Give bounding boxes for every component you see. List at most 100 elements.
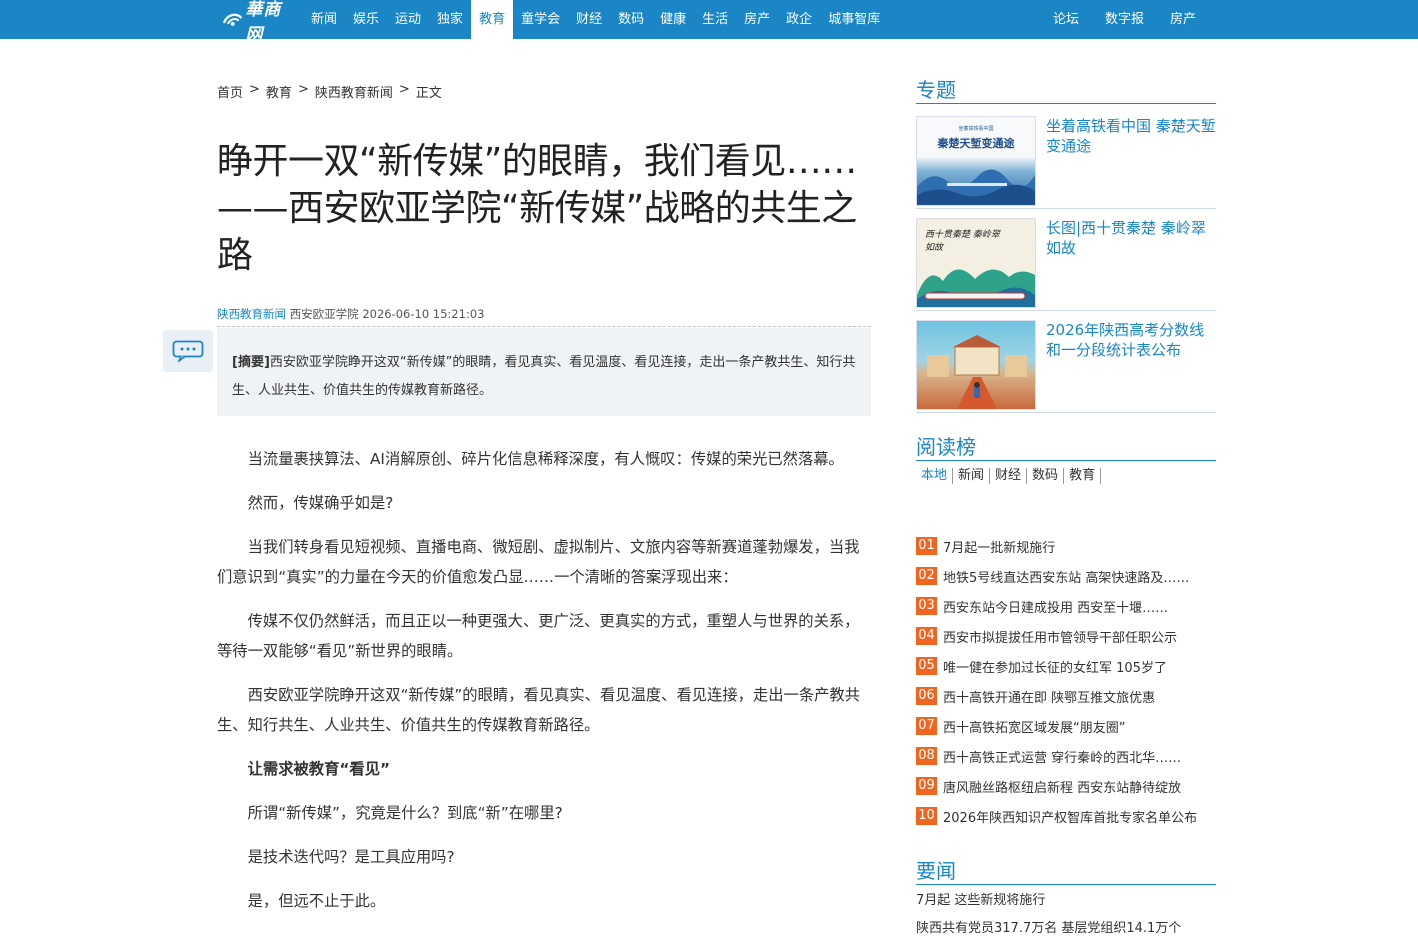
rank-number-badge: 04 xyxy=(916,627,937,645)
ranking-rule xyxy=(916,460,1216,461)
ranking-item-title[interactable]: 西安市拟提拔任用市管领导干部任职公示 xyxy=(943,627,1177,646)
ranking-item[interactable]: 01 7月起一批新规施行 xyxy=(916,531,1216,561)
breadcrumb-separator: > xyxy=(398,82,410,97)
meta-divider xyxy=(217,326,871,327)
ranking-header: 阅读榜 xyxy=(916,434,1216,461)
topic-divider xyxy=(916,208,1216,209)
article-paragraph: 所谓“新传媒”，究竟是什么？到底“新”在哪里? xyxy=(247,804,563,822)
ranking-item-title[interactable]: 2026年陕西知识产权智库首批专家名单公布 xyxy=(943,807,1197,826)
nav-right-item[interactable]: 论坛 xyxy=(1035,0,1087,39)
comment-button[interactable] xyxy=(163,330,213,372)
nav-item[interactable]: 童学会 xyxy=(513,0,568,39)
breadcrumb-separator: > xyxy=(249,82,260,97)
ranking-tabs: 本地 新闻 财经 数码 教育 xyxy=(916,468,1102,484)
ranking-tab[interactable]: 数码 xyxy=(1027,468,1065,484)
ranking-item-title[interactable]: 西安东站今日建成投用 西安至十堰…… xyxy=(943,597,1168,616)
breadcrumb-link[interactable]: 陕西教育新闻 xyxy=(315,82,393,101)
news-item[interactable]: 陕西共有党员317.7万名 基层党组织14.1万个 xyxy=(916,915,1216,943)
topic-title[interactable]: 坐着高铁看中国 秦楚天堑变通途 xyxy=(1046,116,1218,156)
rank-number-badge: 06 xyxy=(916,687,937,705)
ranking-item-title[interactable]: 唐风融丝路枢纽启新程 西安东站静待绽放 xyxy=(943,777,1181,796)
nav-item[interactable]: 教育 xyxy=(471,0,514,39)
nav-item[interactable]: 健康 xyxy=(652,0,694,39)
breadcrumb: 首页 > 教育 > 陕西教育新闻 > 正文 xyxy=(217,82,442,101)
article-paragraph: 是技术迭代吗？是工具应用吗? xyxy=(247,848,455,866)
topic-image[interactable]: 坐着高铁看中国 秦楚天堑变通途 xyxy=(916,116,1036,206)
breadcrumb-link[interactable]: 首页 xyxy=(217,82,243,101)
ranking-tab[interactable]: 新闻 xyxy=(953,468,991,484)
summary-text: 西安欧亚学院睁开这双“新传媒”的眼睛，看见真实、看见温度、看见连接，走出一条产教… xyxy=(232,355,856,398)
nav-item[interactable]: 财经 xyxy=(568,0,610,39)
site-logo[interactable]: 華商网 xyxy=(222,0,298,45)
news-rule xyxy=(916,884,1216,885)
rank-number-badge: 03 xyxy=(916,597,937,615)
ranking-item[interactable]: 04 西安市拟提拔任用市管领导干部任职公示 xyxy=(916,621,1216,651)
news-title: 要闻 xyxy=(916,859,956,883)
article-source-link[interactable]: 陕西教育新闻 xyxy=(217,307,286,321)
ranking-tab[interactable]: 教育 xyxy=(1064,468,1102,484)
topic-item[interactable]: 坐着高铁看中国 秦楚天堑变通途 坐着高铁看中国 秦楚天堑变通途 xyxy=(916,116,1216,218)
ranking-item[interactable]: 05 唯一健在参加过长征的女红军 105岁了 xyxy=(916,651,1216,681)
rank-number-badge: 08 xyxy=(916,747,937,765)
mountain-train-graphic xyxy=(917,269,1035,307)
topic-item[interactable]: 西十贯秦楚 秦岭翠如故 长图|西十贯秦楚 秦岭翠如故 xyxy=(916,218,1216,320)
article-paragraph: 西安欧亚学院睁开这双“新传媒”的眼睛，看见真实、看见温度、看见连接，走出一条产教… xyxy=(217,686,861,734)
ranking-item[interactable]: 07 西十高铁拓宽区域发展“朋友圈” xyxy=(916,711,1216,741)
rank-number-badge: 02 xyxy=(916,567,937,585)
article-summary: [摘要]西安欧亚学院睁开这双“新传媒”的眼睛，看见真实、看见温度、看见连接，走出… xyxy=(217,328,871,416)
topic-image[interactable] xyxy=(916,320,1036,410)
ranking-item-title[interactable]: 西十高铁正式运营 穿行秦岭的西北华…… xyxy=(943,747,1181,766)
ranking-item-title[interactable]: 西十高铁开通在即 陕鄂互推文旅优惠 xyxy=(943,687,1155,706)
ranking-item-title[interactable]: 西十高铁拓宽区域发展“朋友圈” xyxy=(943,717,1125,736)
topic-image[interactable]: 西十贯秦楚 秦岭翠如故 xyxy=(916,218,1036,308)
ranking-tab[interactable]: 财经 xyxy=(990,468,1028,484)
nav-item[interactable]: 娱乐 xyxy=(345,0,387,39)
ranking-tab[interactable]: 本地 xyxy=(916,468,954,484)
ranking-item-title[interactable]: 地铁5号线直达西安东站 高架快速路及…… xyxy=(943,567,1189,586)
topic-image-caption: 坐着高铁看中国 xyxy=(958,126,994,132)
nav-item[interactable]: 城事智库 xyxy=(820,0,888,39)
main-nav: 新闻 娱乐 运动 独家 教育 童学会 财经 数码 健康 生活 房产 政企 城事智库 xyxy=(303,0,888,39)
secondary-nav: 论坛 数字报 房产 xyxy=(1035,0,1204,39)
topic-divider xyxy=(916,412,1216,413)
nav-item[interactable]: 新闻 xyxy=(303,0,345,39)
mountain-wave-graphic xyxy=(917,169,1035,205)
rank-number-badge: 10 xyxy=(916,807,937,825)
topic-image-text: 秦楚天堑变通途 xyxy=(937,137,1015,150)
article-author: 西安欧亚学院 xyxy=(289,307,359,321)
topics-rule xyxy=(916,103,1216,104)
breadcrumb-link: 正文 xyxy=(415,86,442,101)
logo-swirl-icon xyxy=(222,13,243,26)
nav-right-item[interactable]: 房产 xyxy=(1152,0,1204,39)
nav-item[interactable]: 数码 xyxy=(610,0,652,39)
news-header: 要闻 xyxy=(916,858,1216,885)
ranking-item-title[interactable]: 7月起一批新规施行 xyxy=(943,537,1055,556)
topic-item[interactable]: 2026年陕西高考分数线和一分段统计表公布 xyxy=(916,320,1216,422)
ranking-item[interactable]: 06 西十高铁开通在即 陕鄂互推文旅优惠 xyxy=(916,681,1216,711)
ranking-item[interactable]: 08 西十高铁正式运营 穿行秦岭的西北华…… xyxy=(916,741,1216,771)
nav-item[interactable]: 政企 xyxy=(778,0,820,39)
nav-item[interactable]: 房产 xyxy=(736,0,778,39)
nav-item[interactable]: 运动 xyxy=(387,0,429,39)
topic-image-text: 西十贯秦楚 秦岭翠如故 xyxy=(925,230,1000,253)
nav-right-item[interactable]: 数字报 xyxy=(1087,0,1152,39)
ranking-item-title[interactable]: 唯一健在参加过长征的女红军 105岁了 xyxy=(943,657,1167,676)
ranking-item[interactable]: 10 2026年陕西知识产权智库首批专家名单公布 xyxy=(916,801,1216,831)
news-item[interactable]: 7月起 这些新规将施行 xyxy=(916,887,1216,915)
article-meta: 陕西教育新闻 西安欧亚学院 2026-06-10 15:21:03 xyxy=(217,306,484,322)
section-heading: 让需求被教育“看见” xyxy=(247,760,391,778)
ranking-item[interactable]: 03 西安东站今日建成投用 西安至十堰…… xyxy=(916,591,1216,621)
article-paragraph: 然而，传媒确乎如是? xyxy=(247,494,394,512)
ranking-item[interactable]: 02 地铁5号线直达西安东站 高架快速路及…… xyxy=(916,561,1216,591)
nav-item[interactable]: 生活 xyxy=(694,0,736,39)
summary-label: [摘要] xyxy=(232,355,270,370)
nav-item[interactable]: 独家 xyxy=(429,0,471,39)
breadcrumb-link[interactable]: 教育 xyxy=(266,82,292,101)
ranking-item[interactable]: 09 唐风融丝路枢纽启新程 西安东站静待绽放 xyxy=(916,771,1216,801)
rank-number-badge: 09 xyxy=(916,777,937,795)
topic-title[interactable]: 长图|西十贯秦楚 秦岭翠如故 xyxy=(1046,218,1218,258)
article-paragraph: 传媒不仅仍然鲜活，而且正以一种更强大、更广泛、更真实的方式，重塑人与世界的关系，… xyxy=(217,612,860,660)
rank-number-badge: 07 xyxy=(916,717,937,735)
topic-title[interactable]: 2026年陕西高考分数线和一分段统计表公布 xyxy=(1046,320,1218,360)
rank-number-badge: 05 xyxy=(916,657,937,675)
